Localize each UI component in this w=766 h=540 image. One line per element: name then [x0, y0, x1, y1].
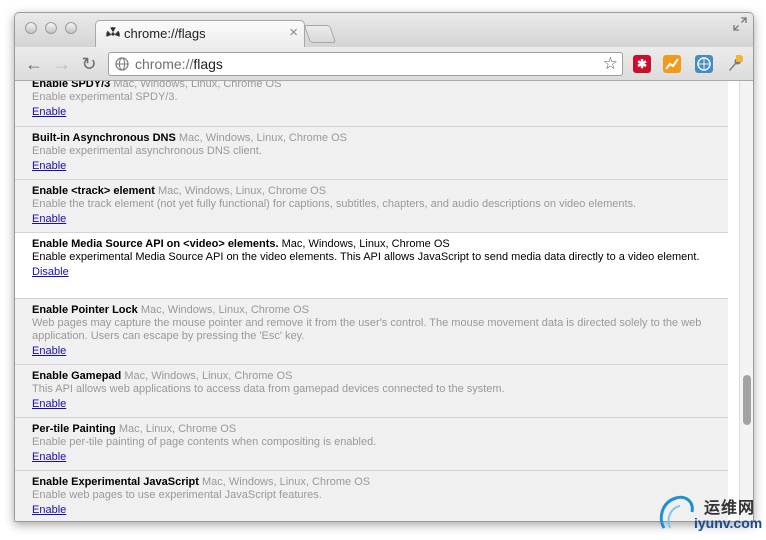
experiment-name: Enable Media Source API on <video> eleme…	[32, 238, 279, 250]
experiment-header: Enable SPDY/3 Mac, Windows, Linux, Chrom…	[32, 81, 728, 91]
back-button[interactable]: ←	[23, 53, 45, 75]
blue-globe-extension-icon[interactable]	[695, 55, 713, 73]
enable-link[interactable]: Enable	[32, 504, 66, 516]
scrollbar-thumb[interactable]	[743, 375, 751, 425]
close-window-button[interactable]	[25, 22, 37, 34]
experiment-name: Enable Pointer Lock	[32, 304, 138, 316]
experiment-header: Enable Pointer Lock Mac, Windows, Linux,…	[32, 304, 728, 317]
experiment-row: Enable Pointer Lock Mac, Windows, Linux,…	[15, 299, 728, 365]
experiment-name: Enable Gamepad	[32, 370, 122, 382]
enable-link[interactable]: Enable	[32, 213, 66, 225]
experiment-name: Per-tile Painting	[32, 423, 116, 435]
disable-link[interactable]: Disable	[32, 266, 69, 278]
toolbar: ← → ↻ chrome://flags ☆ ✱	[15, 47, 753, 81]
watermark-logo: 运维网 iyunv.com	[658, 492, 764, 536]
experiment-platforms: Mac, Windows, Linux, Chrome OS	[281, 238, 450, 250]
experiment-description: Enable web pages to use experimental Jav…	[32, 489, 322, 501]
minimize-window-button[interactable]	[45, 22, 57, 34]
experiment-name: Enable <track> element	[32, 185, 155, 197]
orange-chart-extension-icon[interactable]	[663, 55, 681, 73]
experiment-platforms: Mac, Windows, Linux, Chrome OS	[157, 185, 327, 197]
experiment-header: Enable Media Source API on <video> eleme…	[32, 238, 728, 251]
enable-link[interactable]: Enable	[32, 451, 66, 463]
experiment-description: Enable experimental asynchronous DNS cli…	[32, 145, 262, 157]
experiment-row: Built-in Asynchronous DNS Mac, Windows, …	[15, 127, 728, 180]
tab-strip: chrome://flags ×	[15, 13, 753, 48]
zoom-window-button[interactable]	[65, 22, 77, 34]
tab-close-icon[interactable]: ×	[289, 24, 298, 41]
flags-page: Enable SPDY/3 Mac, Windows, Linux, Chrom…	[15, 81, 739, 521]
experiment-description: This API allows web applications to acce…	[32, 383, 505, 395]
red-asterisk-extension-icon[interactable]: ✱	[633, 55, 651, 73]
experiment-name: Built-in Asynchronous DNS	[32, 132, 176, 144]
experiment-platforms: Mac, Windows, Linux, Chrome OS	[124, 370, 293, 382]
enable-link[interactable]: Enable	[32, 398, 66, 410]
vertical-scrollbar[interactable]	[739, 81, 753, 521]
experiment-platforms: Mac, Linux, Chrome OS	[118, 423, 237, 435]
radiation-icon	[106, 27, 120, 37]
experiment-platforms: Mac, Windows, Linux, Chrome OS	[178, 132, 348, 144]
omnibox[interactable]: chrome://flags ☆	[108, 52, 623, 76]
enable-link[interactable]: Enable	[32, 345, 66, 357]
experiment-row: Per-tile Painting Mac, Linux, Chrome OS E…	[15, 418, 728, 471]
enable-link[interactable]: Enable	[32, 160, 66, 172]
watermark-url-text: iyunv.com	[694, 515, 763, 531]
experiment-description: Enable per-tile painting of page content…	[32, 436, 377, 448]
experiment-description: Enable the track element (not yet fully …	[32, 198, 637, 210]
experiment-platforms: Mac, Windows, Linux, Chrome OS	[113, 81, 282, 90]
wrench-menu-icon[interactable]	[725, 55, 743, 73]
experiment-description: Web pages may capture the mouse pointer …	[32, 317, 702, 342]
url-scheme: chrome://	[135, 56, 194, 72]
experiment-description: Enable experimental SPDY/3.	[32, 91, 178, 103]
globe-icon	[115, 57, 129, 71]
browser-window: chrome://flags × ← → ↻ chrome://flags ☆ …	[14, 12, 754, 522]
url-path: flags	[193, 56, 223, 72]
experiment-row: Enable Media Source API on <video> eleme…	[15, 233, 728, 299]
experiment-name: Enable SPDY/3	[32, 81, 111, 90]
forward-button[interactable]: →	[51, 53, 73, 75]
experiment-header: Built-in Asynchronous DNS Mac, Windows, …	[32, 132, 728, 145]
experiment-platforms: Mac, Windows, Linux, Chrome OS	[201, 476, 371, 488]
tab-flags[interactable]: chrome://flags ×	[95, 20, 305, 48]
experiment-row: Enable Gamepad Mac, Windows, Linux, Chro…	[15, 365, 728, 418]
bookmark-star-icon[interactable]: ☆	[603, 54, 618, 74]
experiment-row: Enable Experimental JavaScript Mac, Wind…	[15, 471, 728, 521]
experiment-description: Enable experimental Media Source API on …	[32, 251, 700, 263]
experiment-row: Enable SPDY/3 Mac, Windows, Linux, Chrom…	[15, 81, 728, 127]
new-tab-button[interactable]	[303, 25, 337, 43]
experiment-name: Enable Experimental JavaScript	[32, 476, 199, 488]
fullscreen-icon[interactable]	[733, 17, 747, 31]
experiment-platforms: Mac, Windows, Linux, Chrome OS	[140, 304, 309, 316]
experiment-row: Enable <track> element Mac, Windows, Lin…	[15, 180, 728, 233]
experiment-header: Per-tile Painting Mac, Linux, Chrome OS	[32, 423, 728, 436]
url-text[interactable]: chrome://flags	[135, 56, 223, 72]
experiment-header: Enable Experimental JavaScript Mac, Wind…	[32, 476, 728, 489]
experiment-header: Enable Gamepad Mac, Windows, Linux, Chro…	[32, 370, 728, 383]
tab-title: chrome://flags	[124, 26, 206, 41]
experiment-header: Enable <track> element Mac, Windows, Lin…	[32, 185, 728, 198]
reload-button[interactable]: ↻	[78, 53, 100, 75]
enable-link[interactable]: Enable	[32, 106, 66, 118]
swirl-logo-icon	[659, 495, 694, 529]
